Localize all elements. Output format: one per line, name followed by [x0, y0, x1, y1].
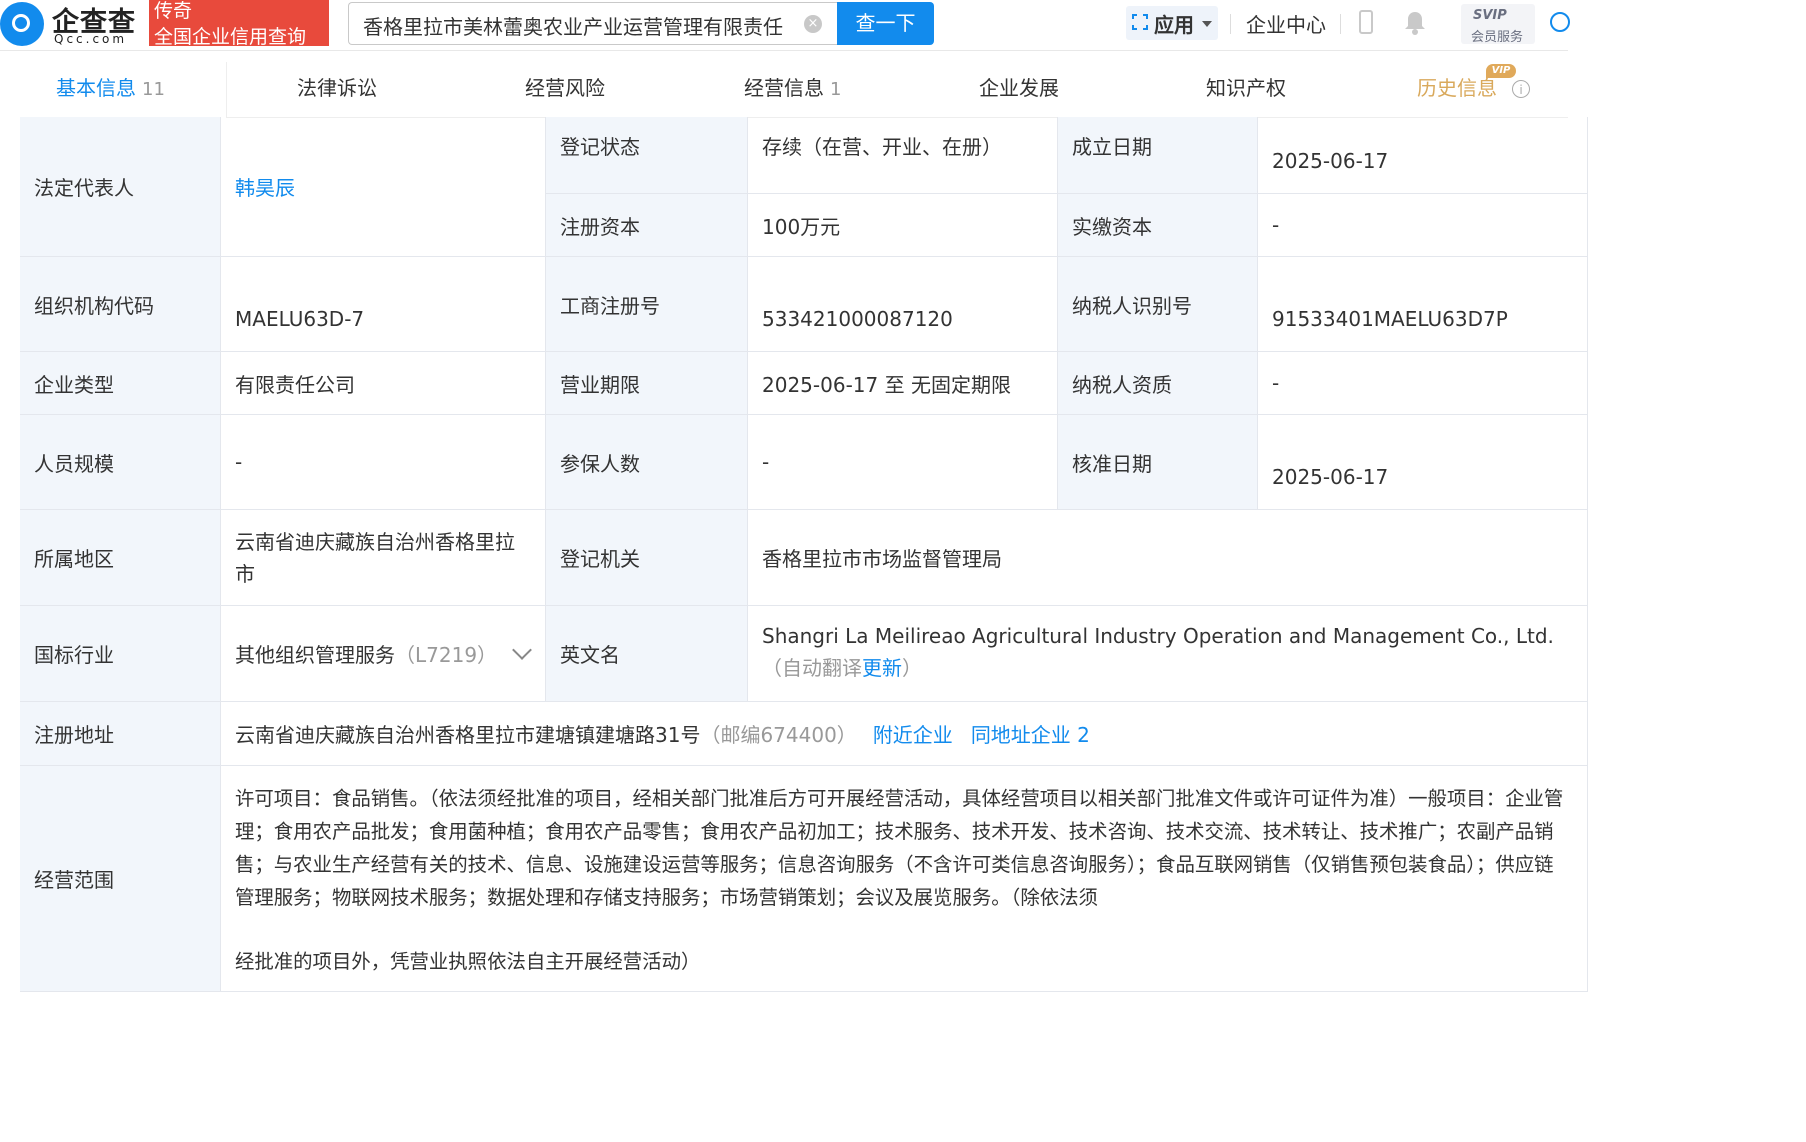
- reg-status-label: 登记状态: [546, 117, 748, 194]
- update-translation-link[interactable]: 更新: [862, 656, 902, 680]
- approval-date-value: 2025-06-17: [1258, 415, 1588, 510]
- region-value: 云南省迪庆藏族自治州香格里拉市: [221, 510, 546, 606]
- staff-size-value: -: [221, 415, 546, 510]
- taxpayer-qual-label: 纳税人资质: [1058, 352, 1258, 415]
- paid-capital-label: 实缴资本: [1058, 194, 1258, 257]
- address-label: 注册地址: [20, 702, 221, 766]
- chevron-down-icon: [1202, 21, 1212, 27]
- org-code-value: MAELU63D-7: [221, 257, 546, 352]
- reg-authority-label: 登记机关: [546, 510, 748, 606]
- scope-cell: 许可项目：食品销售。（依法须经批准的项目，经相关部门批准后方可开展经营活动，具体…: [221, 766, 1588, 992]
- bell-icon[interactable]: [1403, 10, 1427, 36]
- expand-icon: [1132, 14, 1148, 30]
- header-divider: [1230, 14, 1231, 34]
- english-name-cell: Shangri La Meilireao Agricultural Indust…: [748, 606, 1588, 702]
- biz-term-value: 2025-06-17 至 无固定期限: [748, 352, 1058, 415]
- taxpayer-id-value: 91533401MAELU63D7P: [1258, 257, 1588, 352]
- approval-date-label: 核准日期: [1058, 415, 1258, 510]
- svip-member-button[interactable]: SVIP 会员服务: [1461, 4, 1535, 45]
- tab-intellectual-property[interactable]: 知识产权: [1206, 62, 1286, 117]
- info-icon[interactable]: i: [1512, 80, 1530, 98]
- promo-badge-line2: 全国企业信用查询: [154, 26, 307, 48]
- qcc-logo-icon[interactable]: [0, 2, 44, 46]
- biz-reg-no-label: 工商注册号: [546, 257, 748, 352]
- org-code-label: 组织机构代码: [20, 257, 221, 352]
- tab-history-info[interactable]: 历史信息: [1417, 62, 1497, 117]
- search-button[interactable]: 查一下: [837, 2, 934, 45]
- search-box[interactable]: 香格里拉市美林蕾奥农业产业运营管理有限责任 ×: [348, 2, 837, 45]
- logo-domain: Qcc.com: [54, 32, 128, 46]
- vip-badge: VIP: [1486, 64, 1516, 78]
- address-cell: 云南省迪庆藏族自治州香格里拉市建塘镇建塘路31号 （邮编674400） 附近企业 …: [221, 702, 1588, 766]
- legal-rep-link[interactable]: 韩昊辰: [221, 117, 546, 257]
- insured-value: -: [748, 415, 1058, 510]
- tab-count: 1: [830, 79, 842, 100]
- tab-label: 经营信息: [744, 76, 824, 100]
- scope-value: 许可项目：食品销售。（依法须经批准的项目，经相关部门批准后方可开展经营活动，具体…: [235, 787, 1564, 909]
- tab-basic-info[interactable]: 基本信息 11: [56, 62, 165, 117]
- tab-label: 基本信息: [56, 76, 136, 100]
- industry-cell[interactable]: 其他组织管理服务 （L7219）: [221, 606, 546, 702]
- biz-term-label: 营业期限: [546, 352, 748, 415]
- enterprise-center-link[interactable]: 企业中心: [1246, 9, 1326, 38]
- basic-info-table: 法定代表人 韩昊辰 登记状态 存续（在营、开业、在册） 成立日期 2025-06…: [20, 117, 1588, 992]
- staff-size-label: 人员规模: [20, 415, 221, 510]
- industry-value: 其他组织管理服务: [235, 643, 395, 667]
- mobile-app-icon[interactable]: [1359, 10, 1373, 34]
- header-divider: [1340, 14, 1341, 34]
- paid-capital-value: -: [1258, 194, 1588, 257]
- reg-authority-value: 香格里拉市市场监督管理局: [748, 510, 1588, 606]
- search-input[interactable]: 香格里拉市美林蕾奥农业产业运营管理有限责任: [363, 11, 788, 40]
- region-label: 所属地区: [20, 510, 221, 606]
- auto-translate-note-close: ）: [902, 656, 922, 680]
- nearby-companies-link[interactable]: 附近企业: [873, 719, 953, 748]
- reg-capital-label: 注册资本: [546, 194, 748, 257]
- address-value: 云南省迪庆藏族自治州香格里拉市建塘镇建塘路31号: [235, 723, 701, 747]
- postcode: （邮编674400）: [700, 723, 857, 747]
- top-header: 企查查 Qcc.com 传奇 全国企业信用查询 香格里拉市美林蕾奥农业产业运营管…: [0, 0, 1570, 51]
- svip-label: SVIP: [1473, 8, 1507, 23]
- member-service-label: 会员服务: [1471, 30, 1524, 45]
- found-date-label: 成立日期: [1058, 117, 1258, 194]
- tab-legal-litigation[interactable]: 法律诉讼: [297, 62, 377, 117]
- same-address-companies-link[interactable]: 同地址企业 2: [971, 719, 1090, 748]
- insured-label: 参保人数: [546, 415, 748, 510]
- tab-business-risk[interactable]: 经营风险: [525, 62, 605, 117]
- company-type-label: 企业类型: [20, 352, 221, 415]
- legal-rep-label: 法定代表人: [20, 117, 221, 257]
- chevron-down-icon[interactable]: [512, 639, 532, 660]
- app-menu-button[interactable]: 应用: [1126, 6, 1218, 40]
- biz-reg-no-value: 533421000087120: [748, 257, 1058, 352]
- taxpayer-id-label: 纳税人识别号: [1058, 257, 1258, 352]
- scope-value-tail: 经批准的项目外，凭营业执照依法自主开展经营活动）: [235, 950, 701, 973]
- auto-translate-note: （自动翻译: [762, 656, 862, 680]
- app-menu-label: 应用: [1154, 13, 1194, 37]
- reg-capital-value: 100万元: [748, 194, 1058, 257]
- industry-code: （L7219）: [395, 643, 498, 667]
- tab-count: 11: [142, 79, 165, 100]
- reg-status-value: 存续（在营、开业、在册）: [748, 117, 1058, 194]
- scope-label: 经营范围: [20, 766, 221, 992]
- company-type-value: 有限责任公司: [221, 352, 546, 415]
- tab-business-info[interactable]: 经营信息 1: [744, 62, 841, 117]
- user-avatar-icon[interactable]: [1546, 10, 1570, 40]
- promo-badge-line1: 传奇: [154, 0, 193, 22]
- tab-enterprise-development[interactable]: 企业发展: [979, 62, 1059, 117]
- promo-badge[interactable]: 传奇 全国企业信用查询: [149, 0, 329, 48]
- clear-icon[interactable]: ×: [804, 15, 822, 33]
- english-name-value: Shangri La Meilireao Agricultural Indust…: [762, 624, 1554, 648]
- taxpayer-qual-value: -: [1258, 352, 1588, 415]
- english-name-label: 英文名: [546, 606, 748, 702]
- found-date-value: 2025-06-17: [1258, 117, 1588, 194]
- section-tabs: 基本信息 11 法律诉讼 经营风险 经营信息 1 企业发展 知识产权 历史信息 VI…: [0, 62, 1568, 118]
- industry-label: 国标行业: [20, 606, 221, 702]
